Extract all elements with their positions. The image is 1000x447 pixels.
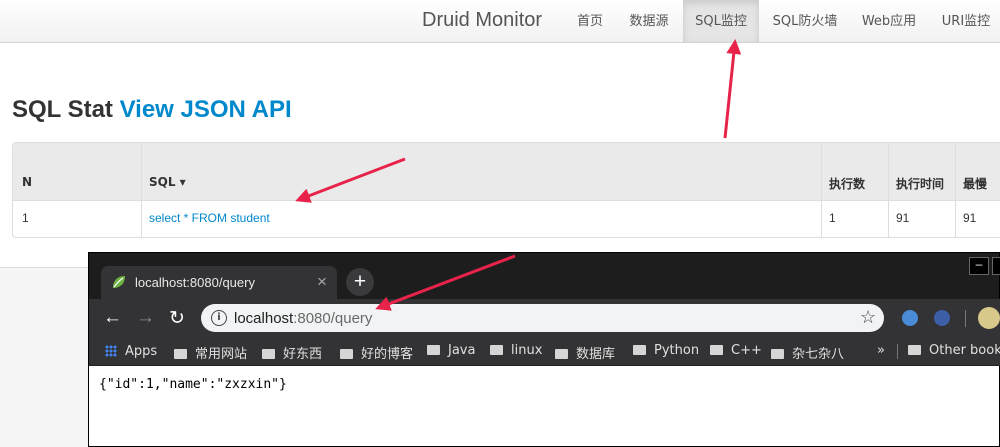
bookmark-folder[interactable]: Python — [633, 343, 699, 358]
back-arrow-icon[interactable]: ← — [103, 307, 122, 329]
reload-icon[interactable]: ↻ — [169, 307, 185, 330]
profile-avatar[interactable] — [978, 307, 1000, 329]
spring-leaf-icon — [113, 276, 125, 288]
folder-icon — [340, 349, 353, 359]
row-sql-link[interactable]: select * FROM student — [149, 211, 270, 225]
bookmarks-bar: Apps 常用网站 好东西 好的博客 Java linux 数据库 Python… — [89, 337, 1000, 366]
folder-icon — [490, 345, 503, 355]
info-icon[interactable]: i — [211, 310, 227, 326]
header-n[interactable]: N — [22, 175, 32, 189]
bookmark-folder[interactable]: 好东西 — [262, 343, 322, 362]
bookmark-folder[interactable]: C++ — [710, 343, 762, 358]
header-exec-count[interactable]: 执行数 — [829, 175, 865, 192]
folder-icon — [771, 349, 784, 359]
header-exec-time[interactable]: 执行时间 — [896, 175, 944, 192]
bookmark-folder[interactable]: 常用网站 — [174, 343, 247, 362]
apps-grid-icon — [105, 345, 117, 357]
folder-icon — [555, 349, 568, 359]
browser-window: – localhost:8080/query × + ← → ↻ i local… — [88, 252, 1000, 447]
extension-compass-icon[interactable] — [902, 310, 918, 326]
nav-home[interactable]: 首页 — [563, 0, 617, 42]
bookmarks-overflow-button[interactable]: » — [877, 343, 885, 358]
sql-stat-table: N SQL ▾ 执行数 执行时间 最慢 1 select * FROM stud… — [12, 142, 1000, 238]
bookmark-folder[interactable]: Java — [427, 343, 475, 358]
nav-uri-monitor[interactable]: URI监控 — [928, 0, 1000, 42]
json-response: {"id":1,"name":"zxzxin"} — [99, 377, 287, 392]
row-exec-count: 1 — [829, 211, 836, 225]
address-bar[interactable]: i localhost:8080/query ☆ — [201, 304, 884, 332]
nav-web-app[interactable]: Web应用 — [851, 0, 927, 42]
folder-icon — [908, 345, 921, 355]
maximize-button[interactable] — [992, 257, 1000, 275]
forward-arrow-icon[interactable]: → — [136, 307, 155, 329]
nav-sql-monitor[interactable]: SQL监控 — [683, 0, 759, 42]
row-exec-time: 91 — [896, 211, 910, 225]
close-tab-icon[interactable]: × — [317, 272, 327, 292]
other-bookmarks[interactable]: Other bookm — [908, 343, 1000, 358]
bookmark-folder[interactable]: 数据库 — [555, 343, 615, 362]
row-n: 1 — [22, 211, 29, 225]
folder-icon — [174, 349, 187, 359]
folder-icon — [427, 345, 440, 355]
page-title-text: SQL Stat — [12, 96, 113, 123]
header-slowest[interactable]: 最慢 — [963, 175, 987, 192]
bookmark-apps[interactable]: Apps — [105, 343, 157, 359]
row-slowest: 91 — [963, 211, 977, 225]
url-text[interactable]: localhost:8080/query — [234, 310, 372, 327]
folder-icon — [633, 345, 646, 355]
top-navbar: Druid Monitor 首页 数据源 SQL监控 SQL防火墙 Web应用 … — [0, 0, 1000, 43]
brand-title[interactable]: Druid Monitor — [422, 9, 542, 32]
folder-icon — [710, 345, 723, 355]
page-title: SQL Stat View JSON API — [12, 96, 292, 124]
tab-title: localhost:8080/query — [135, 275, 255, 290]
nav-sql-firewall[interactable]: SQL防火墙 — [760, 0, 850, 42]
bookmark-folder[interactable]: 杂七杂八 — [771, 343, 844, 362]
bookmark-star-icon[interactable]: ☆ — [860, 307, 876, 328]
bookmark-folder[interactable]: linux — [490, 343, 542, 358]
new-tab-button[interactable]: + — [346, 268, 374, 296]
header-sql[interactable]: SQL ▾ — [149, 175, 186, 189]
minimize-button[interactable]: – — [969, 257, 989, 275]
view-json-api-link[interactable]: View JSON API — [120, 96, 292, 123]
browser-page-content: {"id":1,"name":"zxzxin"} — [89, 366, 999, 446]
browser-tab[interactable]: localhost:8080/query × — [101, 266, 337, 299]
bookmark-folder[interactable]: 好的博客 — [340, 343, 413, 362]
folder-icon — [262, 349, 275, 359]
extension-icon[interactable] — [934, 310, 950, 326]
nav-datasource[interactable]: 数据源 — [617, 0, 681, 42]
browser-toolbar: ← → ↻ i localhost:8080/query ☆ — [89, 299, 1000, 337]
